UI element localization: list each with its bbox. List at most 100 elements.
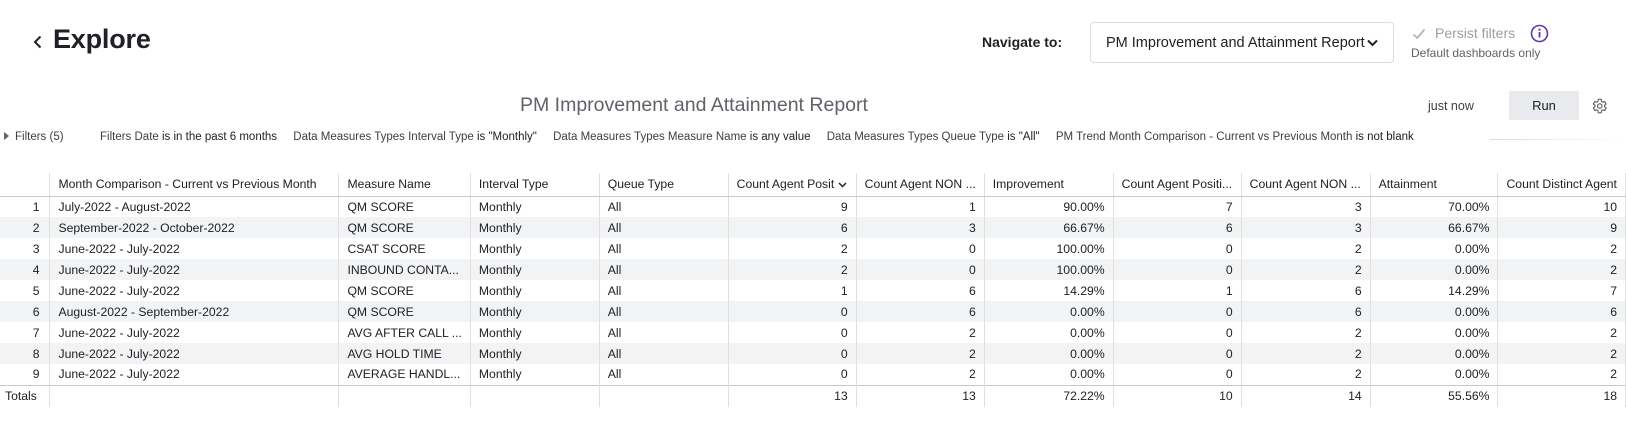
table-cell[interactable]: 6 (1497, 301, 1626, 322)
table-cell[interactable]: 0 (1113, 364, 1242, 385)
table-cell[interactable]: All (599, 238, 729, 259)
table-cell[interactable]: 2 (1497, 259, 1626, 280)
table-cell[interactable]: 0 (728, 322, 857, 343)
table-cell[interactable]: QM SCORE (338, 217, 471, 238)
info-icon[interactable] (1530, 24, 1549, 43)
table-cell[interactable]: 0 (1113, 322, 1242, 343)
table-cell[interactable]: Monthly (470, 280, 600, 301)
table-cell[interactable]: 14.29% (1370, 280, 1499, 301)
table-cell[interactable]: 2 (1241, 343, 1371, 364)
check-icon[interactable] (1411, 26, 1427, 42)
table-cell[interactable]: 2 (728, 238, 857, 259)
gear-icon[interactable] (1590, 97, 1608, 115)
table-cell[interactable]: All (599, 343, 729, 364)
table-cell[interactable]: 9 (728, 196, 857, 217)
table-cell[interactable]: All (599, 301, 729, 322)
table-cell[interactable]: 0.00% (1370, 301, 1499, 322)
table-cell[interactable]: 0 (856, 238, 985, 259)
table-cell[interactable]: 2 (856, 364, 985, 385)
column-header-sorted[interactable]: Count Agent Posit (728, 173, 857, 197)
table-cell[interactable]: 0 (1113, 259, 1242, 280)
table-cell[interactable]: All (599, 364, 729, 385)
table-cell[interactable]: All (599, 259, 729, 280)
table-cell[interactable]: 3 (856, 217, 985, 238)
column-header[interactable]: Count Agent NON ... (1241, 173, 1371, 197)
column-header[interactable]: Attainment (1370, 173, 1499, 197)
run-button[interactable]: Run (1509, 91, 1579, 120)
table-cell[interactable]: 1 (728, 280, 857, 301)
filters-toggle[interactable]: Filters (5) (4, 131, 64, 143)
filter-item[interactable]: Data Measures Types Measure Name is any … (553, 131, 810, 143)
table-cell[interactable]: INBOUND CONTA... (338, 259, 471, 280)
table-cell[interactable]: 0 (728, 343, 857, 364)
table-cell[interactable]: AVERAGE HANDL... (338, 364, 471, 385)
table-cell[interactable]: June-2022 - July-2022 (49, 238, 340, 259)
column-header[interactable]: Count Agent Positi... (1113, 173, 1242, 197)
table-cell[interactable]: 0.00% (984, 364, 1114, 385)
table-cell[interactable]: June-2022 - July-2022 (49, 322, 340, 343)
table-cell[interactable]: Monthly (470, 301, 600, 322)
table-cell[interactable]: 1 (856, 196, 985, 217)
table-cell[interactable]: QM SCORE (338, 196, 471, 217)
table-cell[interactable]: 0 (728, 301, 857, 322)
table-cell[interactable]: 90.00% (984, 196, 1114, 217)
table-cell[interactable]: 6 (1241, 280, 1371, 301)
table-cell[interactable]: July-2022 - August-2022 (49, 196, 340, 217)
table-cell[interactable]: June-2022 - July-2022 (49, 259, 340, 280)
table-cell[interactable]: 0 (1113, 238, 1242, 259)
table-cell[interactable]: 2 (1497, 343, 1626, 364)
table-cell[interactable]: 3 (1241, 196, 1371, 217)
table-cell[interactable]: Monthly (470, 238, 600, 259)
table-cell[interactable]: 2 (1241, 259, 1371, 280)
table-cell[interactable]: 0.00% (984, 343, 1114, 364)
table-cell[interactable]: 6 (1241, 301, 1371, 322)
table-cell[interactable]: 0.00% (1370, 364, 1499, 385)
table-cell[interactable]: 2 (856, 343, 985, 364)
table-cell[interactable]: 2 (1497, 322, 1626, 343)
filter-item[interactable]: Data Measures Types Queue Type is "All" (827, 131, 1040, 143)
table-cell[interactable]: 2 (1241, 238, 1371, 259)
table-cell[interactable]: 100.00% (984, 238, 1114, 259)
column-header[interactable]: Count Distinct Agent (1497, 173, 1626, 197)
table-cell[interactable]: All (599, 217, 729, 238)
table-cell[interactable]: All (599, 322, 729, 343)
table-cell[interactable]: 0 (728, 364, 857, 385)
table-cell[interactable]: 100.00% (984, 259, 1114, 280)
table-cell[interactable]: 66.67% (1370, 217, 1499, 238)
table-cell[interactable]: August-2022 - September-2022 (49, 301, 340, 322)
table-cell[interactable]: June-2022 - July-2022 (49, 364, 340, 385)
table-cell[interactable]: 0.00% (984, 301, 1114, 322)
table-cell[interactable]: 2 (856, 322, 985, 343)
table-cell[interactable]: All (599, 196, 729, 217)
table-cell[interactable]: 3 (1241, 217, 1371, 238)
column-header[interactable]: Month Comparison - Current vs Previous M… (49, 173, 340, 197)
column-header[interactable]: Improvement (984, 173, 1114, 197)
filter-item[interactable]: Filters Date is in the past 6 months (100, 131, 277, 143)
table-cell[interactable]: 9 (1497, 217, 1626, 238)
table-cell[interactable]: 2 (1497, 364, 1626, 385)
table-cell[interactable]: 6 (856, 301, 985, 322)
table-cell[interactable]: 0.00% (1370, 238, 1499, 259)
table-cell[interactable]: 0 (1113, 343, 1242, 364)
table-cell[interactable]: 2 (1497, 238, 1626, 259)
table-cell[interactable]: 2 (1241, 322, 1371, 343)
navigate-dropdown[interactable]: PM Improvement and Attainment Report (1090, 22, 1394, 63)
table-cell[interactable]: 7 (1113, 196, 1242, 217)
filter-item[interactable]: Data Measures Types Interval Type is "Mo… (293, 131, 537, 143)
table-cell[interactable]: AVG HOLD TIME (338, 343, 471, 364)
table-cell[interactable]: QM SCORE (338, 301, 471, 322)
table-cell[interactable]: 6 (856, 280, 985, 301)
table-cell[interactable]: 66.67% (984, 217, 1114, 238)
column-header[interactable]: Interval Type (470, 173, 600, 197)
table-cell[interactable]: 6 (728, 217, 857, 238)
table-cell[interactable]: 2 (1241, 364, 1371, 385)
table-cell[interactable]: Monthly (470, 217, 600, 238)
table-cell[interactable]: 0.00% (1370, 343, 1499, 364)
table-cell[interactable]: 6 (1113, 217, 1242, 238)
table-cell[interactable]: 10 (1497, 196, 1626, 217)
table-cell[interactable]: All (599, 280, 729, 301)
column-header[interactable]: Measure Name (338, 173, 471, 197)
table-cell[interactable]: June-2022 - July-2022 (49, 280, 340, 301)
table-cell[interactable]: 2 (728, 259, 857, 280)
table-cell[interactable]: 0.00% (984, 322, 1114, 343)
